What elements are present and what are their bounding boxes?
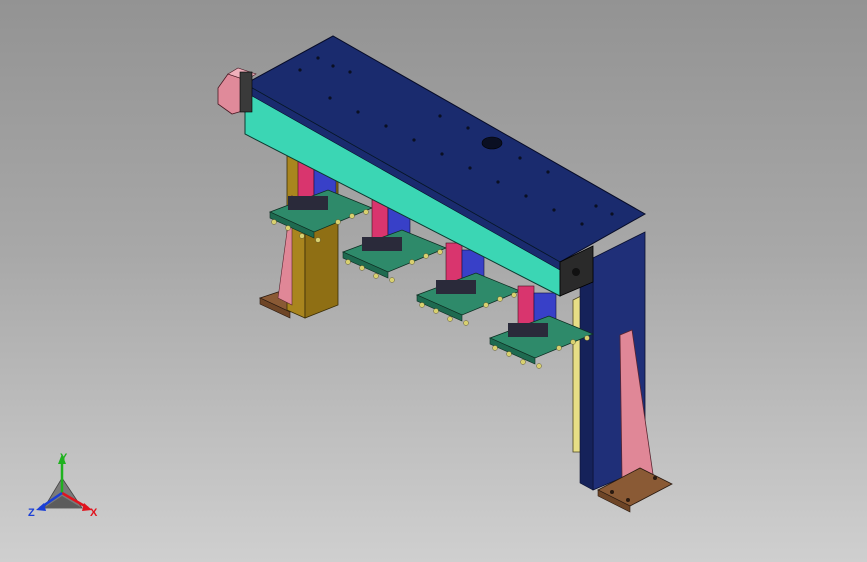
servo-motor — [217, 67, 257, 115]
cad-viewport[interactable]: Y X Z — [0, 0, 867, 562]
beam-center-hole — [481, 136, 503, 150]
triad-z-label: Z — [28, 507, 35, 519]
axis-triad: Y X Z — [28, 452, 98, 519]
triad-x-label: X — [90, 507, 98, 519]
right-post-side — [579, 257, 594, 491]
triad-y-label: Y — [60, 452, 68, 464]
